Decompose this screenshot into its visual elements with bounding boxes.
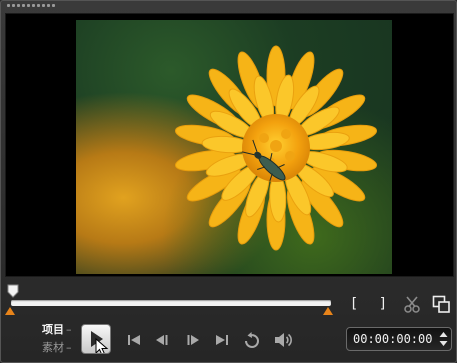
mode-project[interactable]: 项目 –	[42, 323, 72, 336]
mode-dash: –	[66, 323, 72, 336]
play-button[interactable]	[81, 324, 111, 356]
mode-clip-label: 素材	[42, 341, 64, 354]
preview-window: [ ] 项目 – 素材 – 00:00:00:00	[0, 0, 457, 363]
mark-out-button[interactable]: ]	[374, 295, 392, 313]
play-icon	[91, 331, 109, 356]
timecode-value: 00:00:00:00	[353, 332, 433, 346]
mode-clip[interactable]: 素材 –	[42, 341, 72, 354]
trim-start-marker[interactable]	[5, 307, 15, 315]
preview-area	[5, 13, 454, 277]
playhead-handle[interactable]	[7, 284, 19, 298]
timecode-spinner-icon[interactable]	[439, 331, 448, 347]
scrubber-track[interactable]	[11, 300, 331, 306]
repeat-icon[interactable]	[241, 329, 263, 351]
enlarge-icon[interactable]	[431, 294, 451, 314]
next-frame-icon[interactable]	[183, 331, 203, 349]
previous-frame-icon[interactable]	[152, 331, 172, 349]
skip-to-start-icon[interactable]	[124, 331, 144, 349]
mode-project-label: 项目	[42, 323, 64, 336]
cursor-icon	[95, 337, 109, 356]
trim-end-marker[interactable]	[323, 307, 333, 315]
volume-icon[interactable]	[272, 329, 294, 351]
mark-in-button[interactable]: [	[345, 295, 363, 313]
preview-image	[76, 20, 392, 274]
window-grip-icon[interactable]	[7, 4, 55, 7]
scissors-icon[interactable]	[402, 295, 422, 313]
timecode-field[interactable]: 00:00:00:00	[346, 327, 452, 351]
mode-dash: –	[66, 341, 72, 354]
skip-to-end-icon[interactable]	[212, 331, 232, 349]
dandelion-image	[175, 45, 377, 251]
scrubber[interactable]	[5, 281, 337, 315]
